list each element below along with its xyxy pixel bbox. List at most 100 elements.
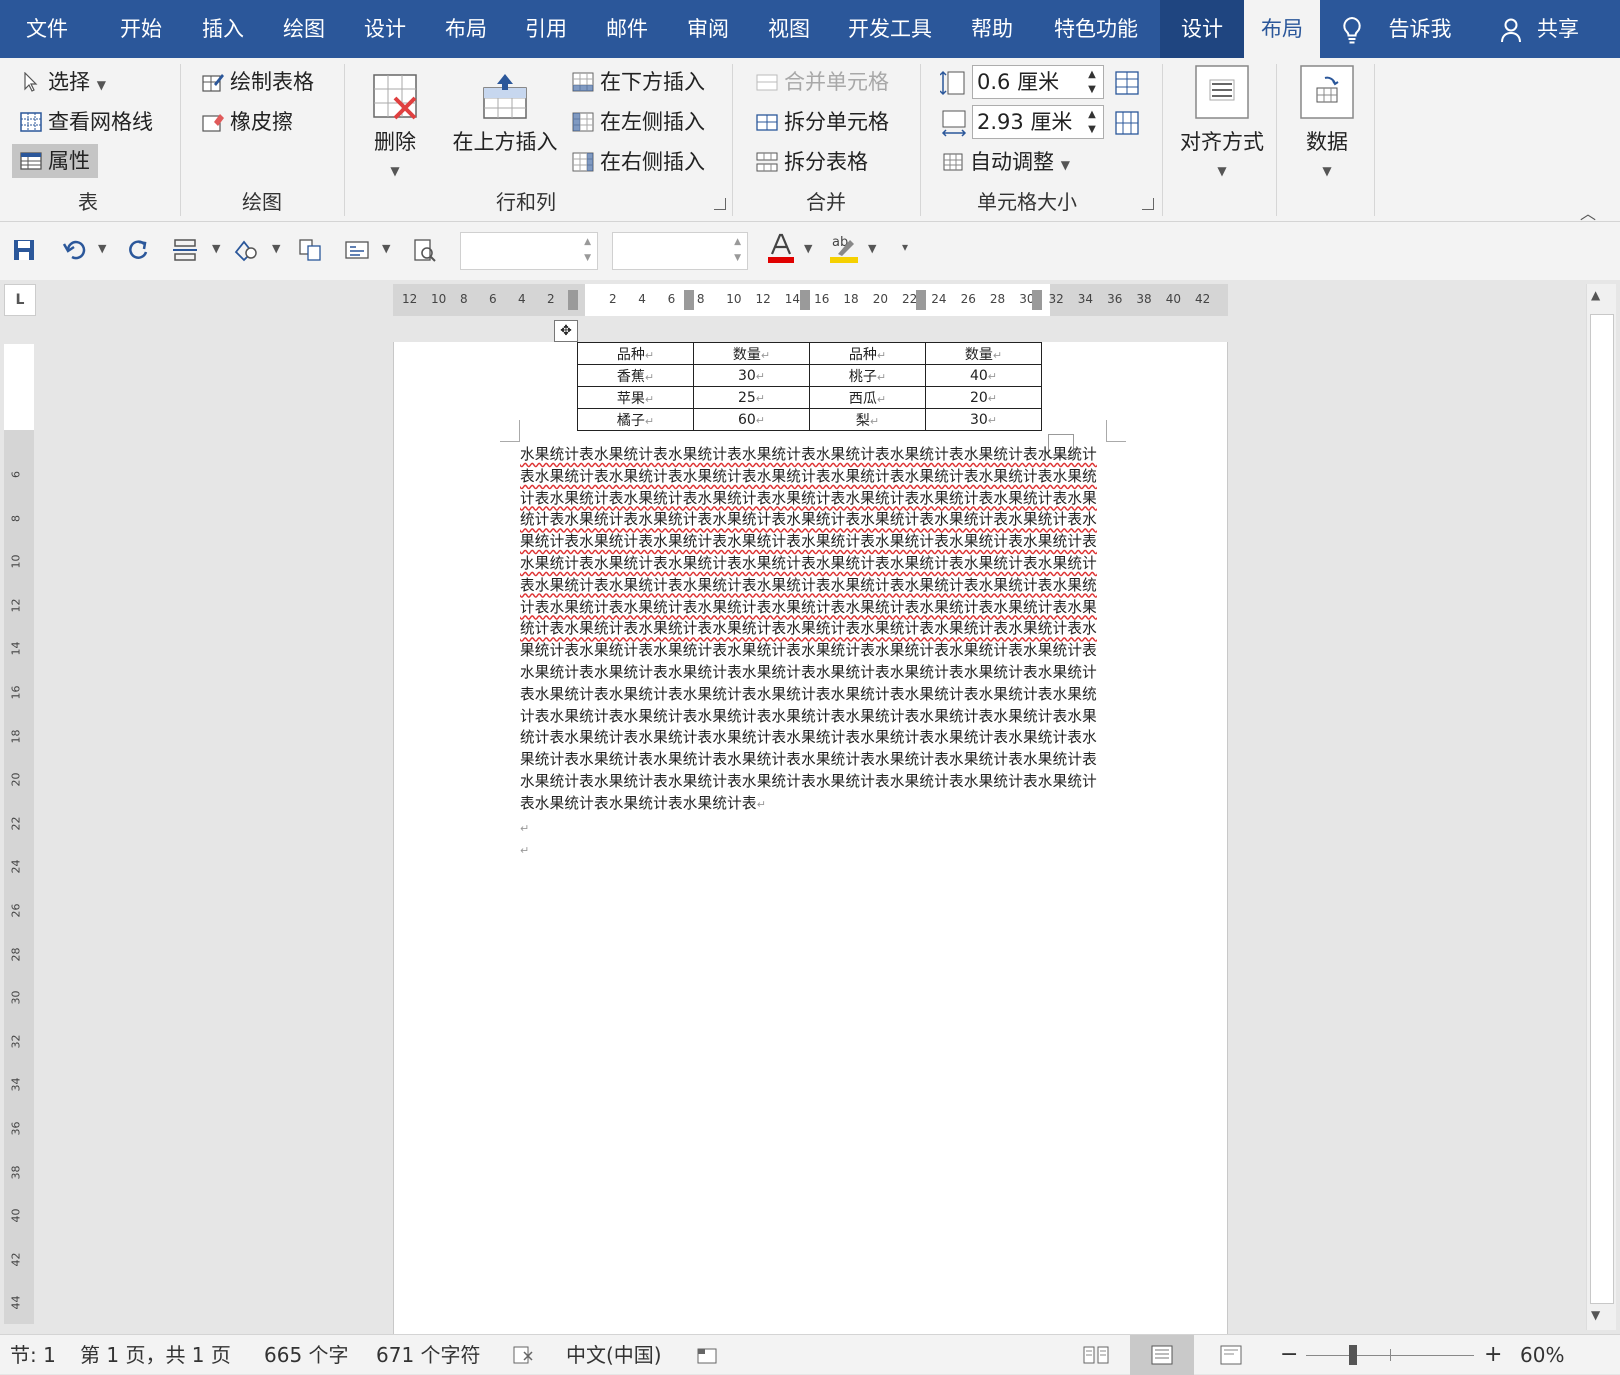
print-layout-view-icon[interactable] [1130, 1335, 1194, 1375]
ruler-column-marker[interactable] [568, 290, 578, 310]
tab-help[interactable]: 帮助 [950, 0, 1034, 58]
table-cell[interactable]: 40↵ [925, 364, 1042, 387]
distribute-rows-icon[interactable] [1114, 70, 1140, 100]
dropdown-icon[interactable]: ▼ [212, 242, 220, 268]
table-cell[interactable]: 西瓜↵ [809, 386, 926, 409]
table-cell[interactable]: 20↵ [925, 386, 1042, 409]
ruler-column-marker[interactable] [800, 290, 810, 310]
section-indicator[interactable]: 节: 1 [10, 1335, 56, 1375]
proofing-icon[interactable] [512, 1335, 534, 1375]
view-gridlines-button[interactable]: 查看网格线 [20, 105, 153, 139]
select-button[interactable]: 选择 ▼ [20, 65, 106, 99]
tab-selector-icon[interactable]: L [4, 284, 36, 316]
delete-button[interactable]: 删除 ▼ [362, 72, 428, 180]
insert-above-button[interactable]: 在上方插入 [450, 72, 560, 156]
tab-developer[interactable]: 开发工具 [830, 0, 950, 58]
autofit-button[interactable]: 自动调整 ▼ [942, 145, 1070, 179]
font-name-combobox[interactable]: ▲ ▼ [460, 232, 598, 270]
table-cell[interactable]: 60↵ [693, 408, 810, 431]
tell-me-search[interactable]: 告诉我 [1380, 0, 1460, 58]
split-cells-button[interactable]: 拆分单元格 [756, 105, 889, 139]
customize-toolbar-icon[interactable]: ▾ [902, 240, 908, 266]
tab-view[interactable]: 视图 [748, 0, 830, 58]
table-cell[interactable]: 30↵ [925, 408, 1042, 431]
scroll-down-icon[interactable]: ▼ [1591, 1308, 1600, 1322]
spin-up-icon[interactable]: ▲ [1085, 109, 1099, 121]
tab-mailings[interactable]: 邮件 [586, 0, 668, 58]
dropdown-icon[interactable]: ▼ [382, 242, 390, 268]
save-icon[interactable] [12, 238, 36, 264]
scroll-up-icon[interactable]: ▲ [1591, 288, 1600, 302]
spin-down-icon[interactable]: ▼ [1085, 84, 1099, 96]
table-cell[interactable]: 苹果↵ [577, 386, 694, 409]
table-cell[interactable]: 香蕉↵ [577, 364, 694, 387]
print-preview-icon[interactable] [412, 238, 438, 264]
fruit-table[interactable]: 品种↵ 数量↵ 品种↵ 数量↵ 香蕉↵ 30↵ 桃子↵ 40↵ 苹果↵ 25↵ 西瓜↵ 20↵ 橘子↵ 6… [577, 342, 1042, 431]
table-cell[interactable]: 桃子↵ [809, 364, 926, 387]
table-cell[interactable]: 25↵ [693, 386, 810, 409]
spin-down-icon[interactable]: ▼ [1085, 124, 1099, 136]
spin-down-icon[interactable]: ▼ [584, 253, 591, 263]
redo-icon[interactable] [126, 238, 150, 264]
table-cell[interactable]: 数量↵ [925, 342, 1042, 365]
zoom-slider-thumb[interactable] [1348, 1345, 1357, 1365]
ruler-column-marker[interactable] [1032, 290, 1042, 310]
tab-insert[interactable]: 插入 [182, 0, 264, 58]
scrollbar-thumb[interactable] [1590, 314, 1614, 1304]
font-size-combobox[interactable]: ▲ ▼ [612, 232, 748, 270]
table-cell[interactable]: 橘子↵ [577, 408, 694, 431]
spin-up-icon[interactable]: ▲ [584, 237, 591, 247]
text-box-icon[interactable] [344, 238, 370, 264]
word-count[interactable]: 665 个字 [264, 1335, 349, 1375]
cell-size-dialog-launcher[interactable]: ↘ [1142, 198, 1154, 210]
lightbulb-icon[interactable] [1340, 0, 1364, 58]
split-table-button[interactable]: 拆分表格 [756, 145, 868, 179]
font-color-icon[interactable] [766, 232, 796, 263]
tab-design[interactable]: 设计 [344, 0, 426, 58]
table-move-handle-icon[interactable]: ✥ [554, 320, 578, 342]
spin-up-icon[interactable]: ▲ [1085, 69, 1099, 81]
dropdown-icon[interactable]: ▼ [804, 242, 812, 268]
macro-recording-icon[interactable] [696, 1335, 718, 1375]
copy-format-icon[interactable] [298, 238, 324, 264]
tab-table-layout[interactable]: 布局 [1244, 0, 1320, 58]
print-layout-icon[interactable] [172, 238, 200, 264]
zoom-in-icon[interactable]: + [1484, 1335, 1502, 1375]
spin-down-icon[interactable]: ▼ [734, 253, 741, 263]
ruler-column-marker[interactable] [916, 290, 926, 310]
row-height-field[interactable]: 0.6 厘米 ▲ ▼ [972, 65, 1104, 99]
table-cell[interactable]: 品种↵ [577, 342, 694, 365]
read-mode-icon[interactable] [1082, 1335, 1110, 1375]
tab-draw[interactable]: 绘图 [264, 0, 344, 58]
share-button[interactable]: 共享 [1528, 0, 1588, 58]
page-count[interactable]: 第 1 页，共 1 页 [80, 1335, 231, 1375]
table-cell[interactable]: 30↵ [693, 364, 810, 387]
spin-up-icon[interactable]: ▲ [734, 237, 741, 247]
eraser-button[interactable]: 橡皮擦 [202, 105, 293, 139]
rows-cols-dialog-launcher[interactable]: ↘ [714, 198, 726, 210]
table-cell[interactable]: 品种↵ [809, 342, 926, 365]
tab-review[interactable]: 审阅 [668, 0, 748, 58]
properties-button[interactable]: 属性 [12, 144, 98, 178]
column-width-field[interactable]: 2.93 厘米 ▲ ▼ [972, 105, 1104, 139]
zoom-out-icon[interactable]: − [1280, 1335, 1298, 1375]
insert-left-button[interactable]: 在左侧插入 [572, 105, 705, 139]
tab-file[interactable]: 文件 [0, 0, 94, 58]
insert-below-button[interactable]: 在下方插入 [572, 65, 705, 99]
dropdown-icon[interactable]: ▼ [868, 242, 876, 268]
dropdown-icon[interactable]: ▼ [272, 242, 280, 268]
highlight-icon[interactable]: ab [828, 232, 860, 263]
collapse-ribbon-icon[interactable]: ︿ [1580, 200, 1596, 224]
table-cell[interactable]: 数量↵ [693, 342, 810, 365]
distribute-columns-icon[interactable] [1114, 110, 1140, 140]
tab-layout[interactable]: 布局 [426, 0, 506, 58]
data-button[interactable]: 数据 ▼ [1284, 64, 1370, 180]
web-layout-icon[interactable] [1218, 1335, 1244, 1375]
character-count[interactable]: 671 个字符 [376, 1335, 481, 1375]
ruler-column-marker[interactable] [684, 290, 694, 310]
table-cell[interactable]: 梨↵ [809, 408, 926, 431]
merge-cells-button[interactable]: 合并单元格 [756, 65, 889, 99]
shapes-icon[interactable] [232, 238, 260, 264]
undo-dropdown-icon[interactable]: ▼ [98, 242, 106, 268]
tab-references[interactable]: 引用 [506, 0, 586, 58]
